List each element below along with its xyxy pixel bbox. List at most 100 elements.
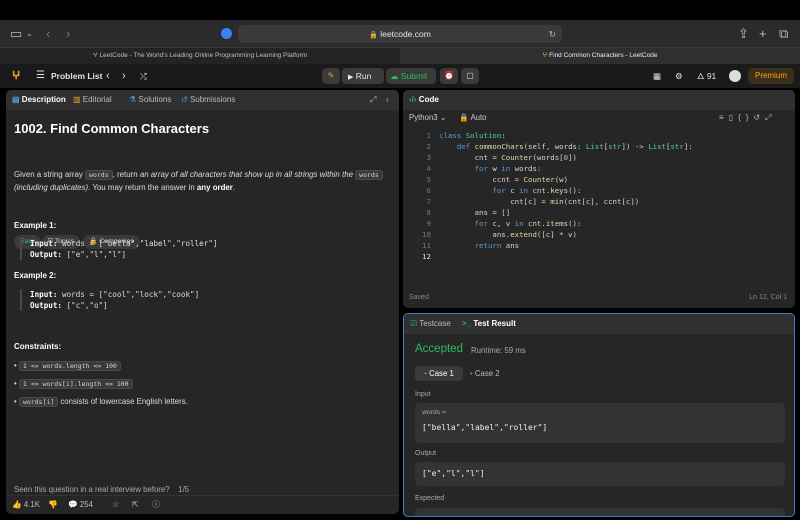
interview-page: 1/5	[178, 485, 190, 494]
tab-label: Submissions	[189, 95, 236, 104]
document-icon: ▤	[12, 95, 20, 104]
tab-solutions[interactable]: ⚗ Solutions	[129, 90, 171, 110]
example-input: words = ["bella","label","roller"]	[62, 239, 218, 248]
tab-testcase[interactable]: ☑ Testcase	[410, 314, 451, 334]
braces-icon[interactable]: {}	[738, 113, 753, 122]
case-label: Case 2	[474, 369, 500, 378]
play-icon: ▶	[348, 74, 354, 81]
example-2-block: Input: words = ["cool","lock","cook"] Ou…	[20, 289, 199, 311]
leetcode-logo[interactable]: ⵖ	[12, 64, 20, 88]
comment-count: 254	[79, 500, 93, 509]
input-label: Input:	[30, 239, 58, 248]
statement-text: You may return the answer in	[90, 182, 197, 192]
fire-icon: 🜂	[697, 71, 705, 81]
tab-description[interactable]: ▤ Description	[12, 90, 66, 110]
collapse-icon[interactable]: ‹	[386, 90, 389, 110]
new-tab-icon[interactable]: +	[759, 20, 767, 48]
comments-button[interactable]: 💬 254	[68, 496, 93, 514]
case-1-tab[interactable]: • Case 1	[415, 366, 463, 381]
submit-button[interactable]: ☁ Submit	[386, 68, 436, 84]
fullscreen-icon[interactable]: ⤢	[765, 113, 776, 122]
streak-value: 91	[706, 71, 717, 81]
reload-icon[interactable]: ↻	[549, 25, 556, 43]
description-footer: 👍 4.1K 👎 💬 254 ☆ ⇱ ⓘ	[6, 495, 399, 514]
chevron-down-icon[interactable]: ⌄	[26, 20, 33, 48]
settings-icon[interactable]: ⚙	[675, 64, 683, 88]
language-value: Python3	[409, 113, 438, 122]
input-var-name: words =	[422, 409, 446, 416]
address-bar[interactable]: 🔒 leetcode.com ↻	[238, 25, 562, 43]
statement-text: , return	[112, 170, 140, 179]
prev-problem-icon[interactable]: ‹	[106, 64, 110, 88]
leetcode-icon: ⵖ	[542, 52, 548, 59]
layout-icon[interactable]: ▦	[653, 64, 661, 88]
share-icon[interactable]: ⇱	[132, 496, 139, 514]
shuffle-icon[interactable]: ⤮	[140, 64, 147, 88]
next-problem-icon[interactable]: ›	[122, 64, 126, 88]
tab-label: Editorial	[82, 95, 112, 104]
sidebar-icon[interactable]: ▭	[10, 20, 22, 48]
reset-icon[interactable]: ↺	[753, 113, 765, 122]
code-editor[interactable]: 1 class Solution: 2 def commonChars(self,…	[403, 130, 795, 270]
case-2-tab[interactable]: • Case 2	[470, 366, 510, 381]
star-icon[interactable]: ☆	[112, 496, 119, 514]
pass-dot-icon: •	[470, 369, 473, 378]
browser-tab-label: LeetCode - The World's Leading Online Pr…	[99, 52, 308, 59]
help-icon[interactable]: ⓘ	[152, 496, 160, 514]
like-button[interactable]: 👍 4.1K	[12, 496, 40, 514]
browser-tab-active[interactable]: ⵖ Find Common Characters - LeetCode	[400, 48, 800, 64]
tab-overview-icon[interactable]: ⧉	[779, 20, 788, 48]
address-text: leetcode.com	[380, 29, 431, 39]
browser-tab-home[interactable]: ⵖ LeetCode - The World's Leading Online …	[0, 48, 400, 64]
thumbs-down-icon[interactable]: 👎	[48, 496, 58, 514]
extension-icon[interactable]	[221, 28, 232, 39]
code-tab[interactable]: ‹/› Code	[409, 90, 439, 110]
avatar[interactable]	[729, 70, 741, 82]
example-1-block: Input: words = ["bella","label","roller"…	[20, 238, 217, 260]
lock-icon: 🔒	[369, 32, 378, 39]
back-icon[interactable]: ‹	[46, 20, 50, 48]
description-panel: ▤ Description ▥ Editorial ⚗ Solutions ↺ …	[6, 90, 399, 514]
list-icon[interactable]: ☰	[36, 64, 45, 88]
bookmark-icon[interactable]: ▯	[729, 113, 738, 122]
expand-icon[interactable]: ⤢	[370, 90, 376, 110]
forward-icon[interactable]: ›	[66, 20, 70, 48]
input-box: words = ["bella","label","roller"]	[415, 403, 785, 443]
expected-box	[415, 508, 785, 516]
tab-label: Description	[21, 95, 66, 104]
premium-button[interactable]: Premium	[748, 68, 794, 84]
example-output: ["e","l","l"]	[66, 250, 127, 259]
constraints-title: Constraints:	[14, 342, 62, 351]
streak-counter[interactable]: 🜂 91	[697, 64, 716, 88]
problem-list-link[interactable]: Problem List	[51, 64, 102, 88]
language-select[interactable]: Python3 ⌄	[409, 112, 446, 124]
screen-top-bar	[0, 0, 800, 20]
run-button[interactable]: ▶ Run	[342, 68, 384, 84]
tab-submissions[interactable]: ↺ Submissions	[181, 90, 235, 110]
code-tab-label: Code	[418, 95, 439, 104]
timer-icon[interactable]: ⏰	[440, 68, 458, 84]
auto-complete-toggle[interactable]: 🔒 Auto	[459, 112, 487, 124]
tab-label: Solutions	[138, 95, 172, 104]
debug-icon[interactable]: ✎	[322, 68, 340, 84]
history-icon: ↺	[181, 95, 188, 104]
problem-title: 1002. Find Common Characters	[14, 121, 210, 136]
inline-code: 1 <= words[i].length <= 100	[18, 379, 133, 389]
output-label: Output:	[30, 301, 63, 310]
tab-editorial[interactable]: ▥ Editorial	[73, 90, 112, 110]
statement-emphasis: (including duplicates).	[14, 182, 91, 192]
interview-text: Seen this question in a real interview b…	[14, 485, 170, 494]
notes-icon[interactable]: ▢	[461, 68, 479, 84]
inline-code: 1 <= words.length <= 100	[18, 361, 121, 371]
constraint-3: • words[i] consists of lowercase English…	[14, 397, 188, 407]
cloud-upload-icon: ☁	[390, 71, 399, 81]
output-value: ["e","l","l"]	[422, 469, 485, 478]
format-icon[interactable]: ≡	[719, 113, 729, 122]
code-panel-header: ‹/› Code	[403, 90, 795, 110]
tab-label: Testcase	[419, 319, 451, 328]
comment-icon: 💬	[68, 500, 78, 509]
tab-test-result[interactable]: >_ Test Result	[462, 314, 516, 334]
case-label: Case 1	[429, 369, 454, 378]
runtime: Runtime: 59 ms	[471, 346, 526, 355]
share-icon[interactable]: ⇪	[738, 20, 749, 48]
